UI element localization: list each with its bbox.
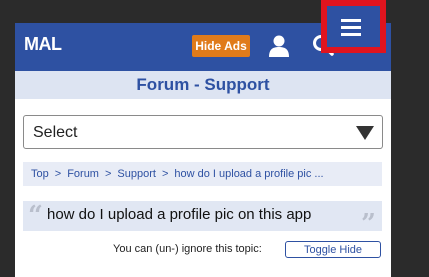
- menu-highlight-frame: [321, 0, 386, 53]
- page: MAL Hide Ads Forum - Support Select Top …: [15, 23, 391, 277]
- close-quote-icon: ”: [361, 209, 376, 239]
- hamburger-menu-icon[interactable]: [341, 18, 367, 38]
- open-quote-icon: “: [28, 201, 43, 231]
- breadcrumb-current-topic: how do I upload a profile pic ...: [174, 168, 324, 180]
- ignore-topic-row: You can (un-) ignore this topic: Toggle …: [15, 240, 391, 260]
- page-title: Forum - Support: [136, 75, 270, 94]
- menu-button[interactable]: [327, 6, 380, 47]
- topic-title: how do I upload a profile pic on this ap…: [47, 206, 312, 223]
- breadcrumb-top[interactable]: Top: [31, 168, 49, 180]
- dropdown-arrow-icon: [356, 126, 374, 140]
- breadcrumb: Top > Forum > Support > how do I upload …: [23, 162, 382, 186]
- user-icon[interactable]: [269, 35, 289, 57]
- breadcrumb-separator: >: [54, 168, 62, 180]
- select-value: Select: [33, 124, 78, 141]
- forum-select-dropdown[interactable]: Select: [23, 115, 383, 149]
- toggle-hide-button[interactable]: Toggle Hide: [285, 241, 381, 258]
- breadcrumb-separator: >: [161, 168, 169, 180]
- breadcrumb-forum[interactable]: Forum: [67, 168, 99, 180]
- topic-title-box: “ how do I upload a profile pic on this …: [23, 201, 382, 239]
- mal-logo[interactable]: MAL: [24, 34, 62, 55]
- page-title-bar: Forum - Support: [15, 71, 391, 99]
- breadcrumb-support[interactable]: Support: [117, 168, 156, 180]
- breadcrumb-separator: >: [104, 168, 112, 180]
- ignore-topic-label: You can (un-) ignore this topic:: [113, 243, 262, 255]
- hide-ads-button[interactable]: Hide Ads: [192, 35, 250, 57]
